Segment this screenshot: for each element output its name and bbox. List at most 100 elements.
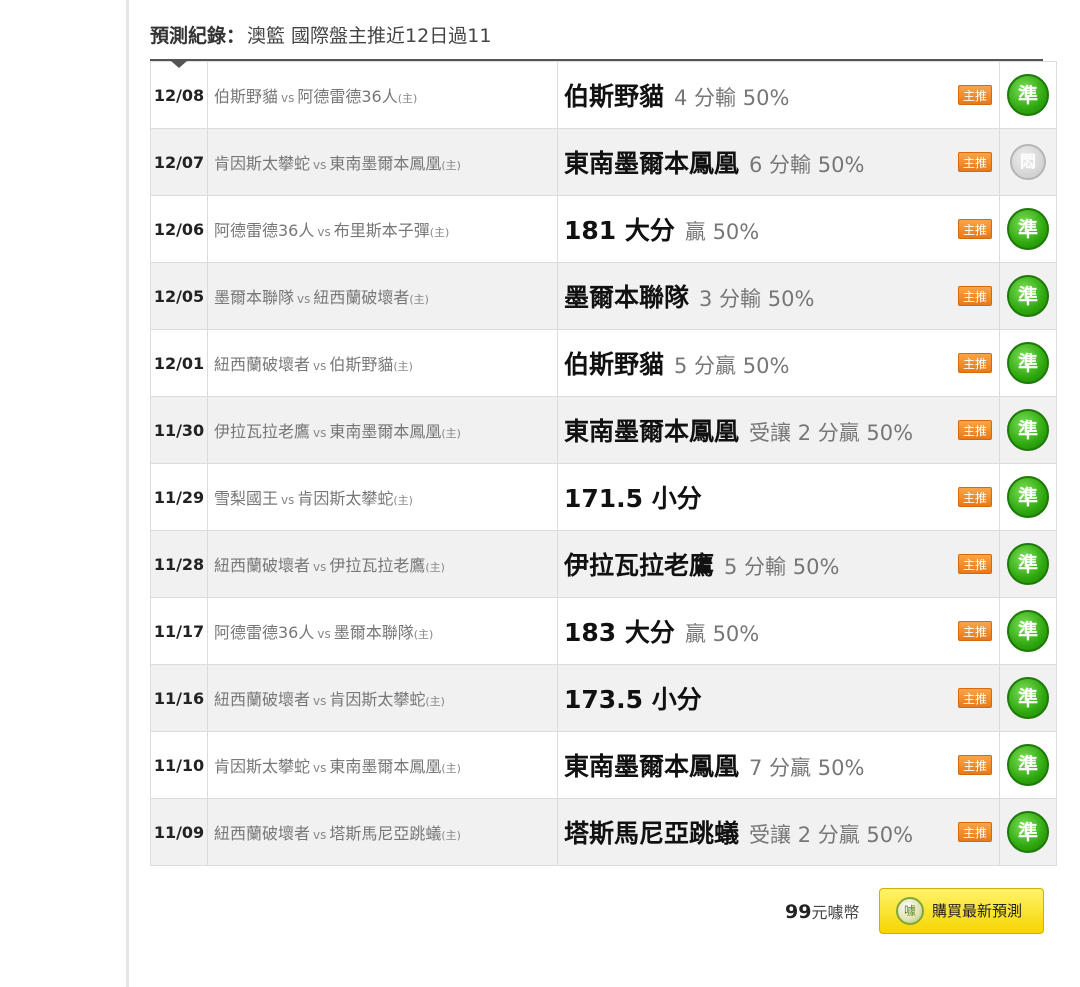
row-pick: 伊拉瓦拉老鷹 5 分輸 50% 主推 [557, 530, 1000, 598]
row-date: 12/07 [150, 128, 208, 196]
row-result: 準 [999, 195, 1057, 263]
away-team: 紐西蘭破壞者 [214, 556, 311, 575]
record-label: 預測紀錄： [150, 25, 246, 47]
table-row: 11/17 阿德雷德36人 vs 墨爾本聯隊(主) 183 大分贏 50% 主推準 [150, 597, 1057, 665]
pick-main: 173.5 小分 [564, 685, 702, 714]
result-badge: 準 [1007, 677, 1049, 719]
pick-detail: 贏 50% [684, 220, 760, 244]
pick-main: 東南墨爾本鳳凰 [564, 752, 740, 781]
row-date: 12/01 [150, 329, 208, 397]
home-team: 布里斯本子彈 [333, 221, 430, 240]
pick-detail: 5 分贏 50% [674, 354, 790, 378]
home-team: 東南墨爾本鳳凰 [329, 757, 442, 776]
row-matchup: 雪梨國王 vs 肯因斯太攀蛇(主) [207, 463, 558, 531]
table-row: 11/09 紐西蘭破壞者 vs 塔斯馬尼亞跳蟻(主) 塔斯馬尼亞跳蟻 受讓 2 分贏 50… [150, 798, 1057, 866]
pick-main: 伯斯野貓 [564, 82, 665, 111]
result-badge: 準 [1007, 409, 1049, 451]
home-team: 肯因斯太攀蛇 [297, 489, 394, 508]
result-badge: 準 [1007, 342, 1049, 384]
table-row: 11/16 紐西蘭破壞者 vs 肯因斯太攀蛇(主) 173.5 小分 主推準 [150, 664, 1057, 732]
table-row: 11/29 雪梨國王 vs 肯因斯太攀蛇(主) 171.5 小分 主推準 [150, 463, 1057, 531]
row-date: 12/08 [150, 61, 208, 129]
row-result: 準 [999, 463, 1057, 531]
pick-detail: 受讓 2 分贏 50% [749, 823, 914, 847]
buy-latest-prediction-button[interactable]: 噱 購買最新預測 [879, 888, 1044, 934]
pick-detail: 5 分輸 50% [724, 555, 840, 579]
home-marker: (主) [425, 561, 445, 574]
vs-label: vs [317, 225, 331, 239]
row-matchup: 阿德雷德36人 vs 布里斯本子彈(主) [207, 195, 558, 263]
main-pick-badge: 主推 [958, 822, 992, 842]
table-row: 12/05 墨爾本聯隊 vs 紐西蘭破壞者(主) 墨爾本聯隊 3 分輸 50% 主推準 [150, 262, 1057, 330]
pick-main: 塔斯馬尼亞跳蟻 [564, 819, 740, 848]
main-pick-badge: 主推 [958, 152, 992, 172]
away-team: 阿德雷德36人 [214, 221, 315, 240]
row-date: 11/28 [150, 530, 208, 598]
buy-button-label: 購買最新預測 [932, 902, 1023, 920]
away-team: 墨爾本聯隊 [214, 288, 295, 307]
pick-detail: 受讓 2 分贏 50% [749, 421, 914, 445]
home-marker: (主) [393, 494, 413, 507]
vs-label: vs [313, 694, 327, 708]
main-pick-badge: 主推 [958, 621, 992, 641]
row-matchup: 伯斯野貓 vs 阿德雷德36人(主) [207, 61, 558, 129]
row-pick: 伯斯野貓 5 分贏 50% 主推 [557, 329, 1000, 397]
pick-detail: 3 分輸 50% [699, 287, 815, 311]
pick-detail: 7 分贏 50% [749, 756, 865, 780]
pick-main: 東南墨爾本鳳凰 [564, 417, 740, 446]
result-badge: 準 [1007, 208, 1049, 250]
row-date: 11/30 [150, 396, 208, 464]
home-team: 阿德雷德36人 [297, 87, 398, 106]
away-team: 雪梨國王 [214, 489, 279, 508]
pick-detail: 贏 50% [684, 622, 760, 646]
row-pick: 伯斯野貓 4 分輸 50% 主推 [557, 61, 1000, 129]
home-team: 東南墨爾本鳳凰 [329, 422, 442, 441]
home-marker: (主) [413, 628, 434, 641]
pick-main: 183 大分 [564, 618, 675, 647]
vs-label: vs [281, 493, 295, 507]
vs-label: vs [317, 627, 331, 641]
vs-label: vs [313, 761, 327, 775]
row-result: 準 [999, 597, 1057, 665]
row-result: 準 [999, 798, 1057, 866]
home-team: 東南墨爾本鳳凰 [329, 154, 442, 173]
main-pick-badge: 主推 [958, 487, 992, 507]
main-pick-badge: 主推 [958, 286, 992, 306]
main-pick-badge: 主推 [958, 353, 992, 373]
pick-main: 墨爾本聯隊 [564, 283, 690, 312]
result-badge: 準 [1007, 476, 1049, 518]
table-row: 12/07 肯因斯太攀蛇 vs 東南墨爾本鳳凰(主) 東南墨爾本鳳凰 6 分輸 50% 主推… [150, 128, 1057, 196]
pick-main: 東南墨爾本鳳凰 [564, 149, 740, 178]
result-badge: 準 [1007, 543, 1049, 585]
home-team: 紐西蘭破壞者 [313, 288, 410, 307]
result-badge: 準 [1007, 811, 1049, 853]
home-team: 伯斯野貓 [329, 355, 394, 374]
home-team: 伊拉瓦拉老鷹 [329, 556, 426, 575]
main-pick-badge: 主推 [958, 219, 992, 239]
away-team: 紐西蘭破壞者 [214, 690, 311, 709]
record-summary: 澳籃 國際盤主推近12日過11 [247, 25, 492, 47]
vs-label: vs [281, 91, 295, 105]
pick-main: 伊拉瓦拉老鷹 [564, 551, 715, 580]
row-pick: 173.5 小分 主推 [557, 664, 1000, 732]
row-date: 11/10 [150, 731, 208, 799]
row-matchup: 肯因斯太攀蛇 vs 東南墨爾本鳳凰(主) [207, 731, 558, 799]
away-team: 阿德雷德36人 [214, 623, 315, 642]
row-result: 準 [999, 530, 1057, 598]
left-panel [0, 0, 126, 987]
pick-main: 181 大分 [564, 216, 675, 245]
row-matchup: 紐西蘭破壞者 vs 伊拉瓦拉老鷹(主) [207, 530, 558, 598]
table-row: 11/28 紐西蘭破壞者 vs 伊拉瓦拉老鷹(主) 伊拉瓦拉老鷹 5 分輸 50% 主推準 [150, 530, 1057, 598]
away-team: 伯斯野貓 [214, 87, 279, 106]
result-badge: 準 [1007, 610, 1049, 652]
pick-main: 171.5 小分 [564, 484, 702, 513]
prediction-record-header: 預測紀錄： 澳籃 國際盤主推近12日過11 [150, 22, 491, 50]
home-team: 墨爾本聯隊 [333, 623, 414, 642]
row-date: 12/06 [150, 195, 208, 263]
result-badge: 準 [1007, 74, 1049, 116]
price-display: 99元噱幣 [785, 900, 859, 924]
away-team: 紐西蘭破壞者 [214, 824, 311, 843]
home-marker: (主) [441, 762, 461, 775]
vs-label: vs [313, 158, 327, 172]
table-row: 11/30 伊拉瓦拉老鷹 vs 東南墨爾本鳳凰(主) 東南墨爾本鳳凰 受讓 2 分贏 50… [150, 396, 1057, 464]
